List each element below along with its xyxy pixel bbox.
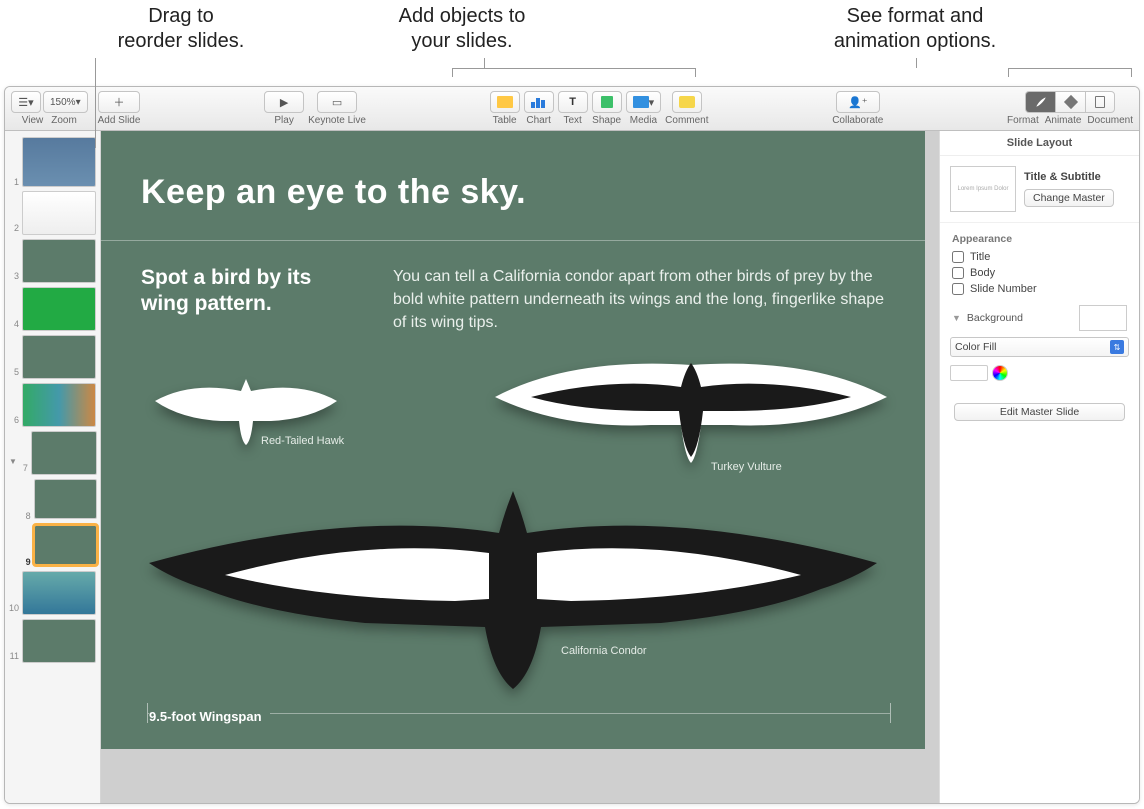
text-label: Text <box>563 115 581 126</box>
shape-button[interactable] <box>592 91 622 113</box>
bird-condor[interactable] <box>141 483 885 703</box>
collaborate-icon: 👤⁺ <box>848 96 868 109</box>
zoom-label: Zoom <box>51 115 77 126</box>
edit-master-button[interactable]: Edit Master Slide <box>954 403 1125 421</box>
slide-subtitle[interactable]: Spot a bird by its wing pattern. <box>141 265 361 335</box>
nav-item-8[interactable]: 8 <box>5 477 100 523</box>
slide[interactable]: Keep an eye to the sky. Spot a bird by i… <box>101 131 925 749</box>
nav-item-3[interactable]: 3 <box>5 237 100 285</box>
nav-item-10[interactable]: 10 <box>5 569 100 617</box>
chart-icon <box>531 96 547 108</box>
toolbar: ☰▾ 150%▾ View Zoom ＋ Add Slide ▶ Play ▭ Ke… <box>5 87 1139 131</box>
comment-icon <box>679 96 695 108</box>
media-label: Media <box>630 115 657 126</box>
play-label: Play <box>274 115 293 126</box>
color-swatch[interactable] <box>950 365 988 381</box>
slide-body[interactable]: You can tell a California condor apart f… <box>393 265 885 335</box>
select-arrows-icon: ⇅ <box>1110 340 1124 354</box>
disclosure-triangle-icon[interactable]: ▼ <box>952 313 961 323</box>
color-wheel-button[interactable] <box>992 365 1008 381</box>
collaborate-label: Collaborate <box>832 115 883 126</box>
nav-item-5[interactable]: 5 <box>5 333 100 381</box>
zoom-button[interactable]: 150%▾ <box>43 91 88 113</box>
app-window: ☰▾ 150%▾ View Zoom ＋ Add Slide ▶ Play ▭ Ke… <box>4 86 1140 804</box>
callout-objects: Add objects to your slides. <box>342 4 582 54</box>
appearance-header: Appearance <box>940 223 1139 249</box>
slide-navigator[interactable]: 1 2 3 4 5 6 ▼7 8 9 10 11 <box>5 131 101 803</box>
change-master-button[interactable]: Change Master <box>1024 189 1114 207</box>
slide-number-checkbox[interactable]: Slide Number <box>940 281 1139 297</box>
nav-item-9[interactable]: 9 <box>5 523 100 569</box>
slide-canvas[interactable]: Keep an eye to the sky. Spot a bird by i… <box>101 131 939 803</box>
master-name: Title & Subtitle <box>1024 171 1129 183</box>
nav-item-2[interactable]: 2 <box>5 189 100 237</box>
background-header: Background <box>967 312 1073 324</box>
table-label: Table <box>493 115 517 126</box>
slide-title[interactable]: Keep an eye to the sky. <box>101 131 925 240</box>
hawk-label: Red-Tailed Hawk <box>261 435 344 447</box>
brush-icon <box>1034 95 1048 109</box>
comment-button[interactable] <box>672 91 702 113</box>
vulture-label: Turkey Vulture <box>711 461 782 473</box>
bird-vulture[interactable] <box>491 357 891 477</box>
callout-format: See format and animation options. <box>780 4 1050 54</box>
comment-label: Comment <box>665 115 708 126</box>
add-slide-label: Add Slide <box>98 115 141 126</box>
format-inspector: Slide Layout Lorem Ipsum Dolor Title & S… <box>939 131 1139 803</box>
background-preview[interactable] <box>1079 305 1127 331</box>
callouts-layer: Drag to reorder slides. Add objects to y… <box>0 0 1144 86</box>
document-tab[interactable] <box>1085 91 1115 113</box>
text-button[interactable]: T <box>558 91 588 113</box>
master-thumbnail[interactable]: Lorem Ipsum Dolor <box>950 166 1016 212</box>
view-button[interactable]: ☰▾ <box>11 91 41 113</box>
media-icon <box>633 96 649 108</box>
nav-item-6[interactable]: 6 <box>5 381 100 429</box>
document-icon <box>1095 96 1105 108</box>
wingspan-label: 9.5-foot Wingspan <box>149 709 270 724</box>
nav-item-4[interactable]: 4 <box>5 285 100 333</box>
fill-type-select[interactable]: Color Fill⇅ <box>950 337 1129 357</box>
keynote-live-button[interactable]: ▭ <box>317 91 357 113</box>
shape-icon <box>601 96 613 108</box>
chart-button[interactable] <box>524 91 554 113</box>
media-button[interactable]: ▾ <box>626 91 662 113</box>
play-button[interactable]: ▶ <box>264 91 304 113</box>
nav-item-7[interactable]: ▼7 <box>5 429 100 477</box>
view-label: View <box>22 115 44 126</box>
animate-tab[interactable] <box>1055 91 1085 113</box>
add-slide-button[interactable]: ＋ <box>98 91 140 113</box>
inspector-header: Slide Layout <box>940 131 1139 156</box>
chart-label: Chart <box>526 115 550 126</box>
animate-label: Animate <box>1045 115 1082 126</box>
table-icon <box>497 96 513 108</box>
diamond-icon <box>1063 95 1077 109</box>
document-label: Document <box>1087 115 1133 126</box>
collaborate-button[interactable]: 👤⁺ <box>836 91 880 113</box>
title-checkbox[interactable]: Title <box>940 249 1139 265</box>
body-checkbox[interactable]: Body <box>940 265 1139 281</box>
keynote-live-label: Keynote Live <box>308 115 366 126</box>
nav-item-11[interactable]: 11 <box>5 617 100 665</box>
table-button[interactable] <box>490 91 520 113</box>
callout-reorder: Drag to reorder slides. <box>96 4 266 54</box>
format-label: Format <box>1007 115 1039 126</box>
condor-label: California Condor <box>561 645 647 657</box>
nav-item-1[interactable]: 1 <box>5 135 100 189</box>
shape-label: Shape <box>592 115 621 126</box>
format-tab[interactable] <box>1025 91 1055 113</box>
disclosure-icon[interactable]: ▼ <box>9 431 17 466</box>
